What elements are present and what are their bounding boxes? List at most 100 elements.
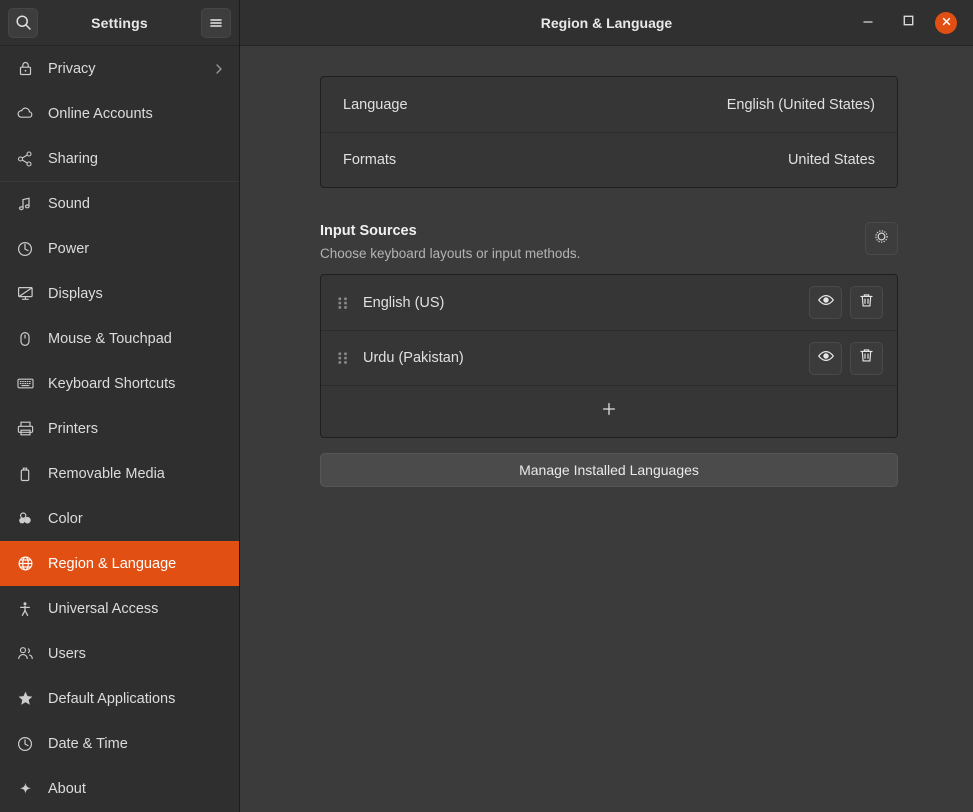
sidebar-item-label: Keyboard Shortcuts: [48, 375, 176, 392]
sidebar-item-label: Region & Language: [48, 555, 177, 572]
usb-drive-icon: [14, 465, 36, 483]
input-source-actions: [809, 286, 883, 319]
input-sources-card: English (US) Urdu (Pakistan): [320, 274, 898, 438]
sidebar: Settings Privacy Online Accounts Sharing…: [0, 0, 240, 812]
plus-icon: [601, 401, 617, 422]
main-menu-button[interactable]: [201, 7, 231, 38]
input-source-actions: [809, 341, 883, 375]
formats-value: United States: [787, 152, 875, 168]
sidebar-item-default-applications[interactable]: Default Applications: [0, 676, 239, 721]
sidebar-item-removable-media[interactable]: Removable Media: [0, 451, 239, 496]
power-icon: [14, 240, 36, 258]
locale-card: Language English (United States) Formats…: [320, 76, 898, 188]
sidebar-item-label: Users: [48, 645, 86, 662]
search-button[interactable]: [8, 7, 38, 38]
sidebar-item-label: Universal Access: [48, 600, 159, 617]
color-circles-icon: [14, 509, 36, 528]
trash-icon: [858, 292, 875, 314]
sidebar-item-label: Sound: [48, 196, 90, 212]
sidebar-item-label: Power: [48, 240, 90, 257]
maximize-icon: [902, 14, 915, 32]
maximize-button[interactable]: [895, 10, 921, 36]
input-sources-heading: Input Sources Choose keyboard layouts or…: [320, 221, 898, 264]
sidebar-item-label: Sharing: [48, 150, 98, 167]
sidebar-item-printers[interactable]: Printers: [0, 406, 239, 451]
accessibility-icon: [14, 600, 36, 618]
language-row[interactable]: Language English (United States): [321, 77, 897, 132]
sidebar-item-label: Removable Media: [48, 465, 165, 482]
eye-icon: [817, 291, 835, 314]
sidebar-item-keyboard-shortcuts[interactable]: Keyboard Shortcuts: [0, 361, 239, 406]
settings-window: Settings Privacy Online Accounts Sharing…: [0, 0, 973, 812]
sidebar-item-users[interactable]: Users: [0, 631, 239, 676]
window-titlebar: Region & Language: [240, 0, 973, 46]
sidebar-item-label: Printers: [48, 420, 98, 437]
clock-icon: [14, 735, 36, 753]
sidebar-item-label: Online Accounts: [48, 105, 153, 122]
sparkle-icon: [14, 779, 36, 798]
share-nodes-icon: [14, 150, 36, 168]
sidebar-item-mouse-touchpad[interactable]: Mouse & Touchpad: [0, 316, 239, 361]
sidebar-item-label: Mouse & Touchpad: [48, 330, 172, 347]
sidebar-nav-list: Privacy Online Accounts Sharing Sound Po…: [0, 46, 239, 812]
sidebar-item-label: About: [48, 780, 86, 797]
users-icon: [14, 644, 36, 663]
sidebar-item-online-accounts[interactable]: Online Accounts: [0, 91, 239, 136]
content-column: Language English (United States) Formats…: [320, 76, 898, 487]
sidebar-item-universal-access[interactable]: Universal Access: [0, 586, 239, 631]
input-source-row[interactable]: English (US): [321, 275, 897, 330]
input-source-options-button[interactable]: [865, 222, 898, 255]
remove-input-source-button[interactable]: [850, 341, 883, 375]
manage-installed-languages-button[interactable]: Manage Installed Languages: [320, 453, 898, 487]
minimize-icon: [861, 13, 875, 32]
input-source-name: Urdu (Pakistan): [363, 350, 464, 366]
app-title: Settings: [91, 14, 148, 31]
display-icon: [14, 284, 36, 303]
sidebar-item-label: Color: [48, 510, 83, 527]
sidebar-item-color[interactable]: Color: [0, 496, 239, 541]
sidebar-item-privacy[interactable]: Privacy: [0, 46, 239, 91]
chevron-right-icon: [213, 62, 225, 76]
preview-layout-button[interactable]: [809, 341, 842, 375]
language-label: Language: [343, 96, 408, 113]
minimize-button[interactable]: [855, 10, 881, 36]
formats-label: Formats: [343, 152, 397, 168]
gear-icon: [873, 228, 890, 250]
add-input-source-button[interactable]: [321, 385, 897, 437]
drag-handle-icon[interactable]: [333, 349, 353, 367]
keyboard-icon: [14, 374, 36, 393]
section-title: Input Sources: [320, 223, 417, 239]
formats-row[interactable]: Formats United States: [321, 132, 897, 187]
sidebar-item-power[interactable]: Power: [0, 226, 239, 271]
sidebar-item-label: Date & Time: [48, 735, 128, 752]
eye-icon: [817, 347, 835, 370]
preview-layout-button[interactable]: [809, 286, 842, 319]
close-button[interactable]: [935, 11, 957, 34]
sidebar-header: Settings: [0, 0, 239, 46]
sidebar-item-sound[interactable]: Sound: [0, 181, 239, 226]
sidebar-item-label: Privacy: [48, 60, 96, 77]
sidebar-item-region-language[interactable]: Region & Language: [0, 541, 239, 586]
sidebar-item-label: Default Applications: [48, 690, 176, 707]
hamburger-icon: [208, 15, 224, 31]
sidebar-item-date-time[interactable]: Date & Time: [0, 721, 239, 766]
cloud-icon: [14, 104, 36, 123]
printer-icon: [14, 419, 36, 438]
main-panel: Region & Language Language English (Unit…: [240, 0, 973, 812]
input-source-row[interactable]: Urdu (Pakistan): [321, 330, 897, 385]
lock-icon: [14, 60, 36, 77]
section-subtitle: Choose keyboard layouts or input methods…: [320, 246, 581, 261]
drag-handle-icon[interactable]: [333, 294, 353, 312]
sidebar-item-about[interactable]: About: [0, 766, 239, 811]
window-controls: [855, 10, 963, 36]
sidebar-item-label: Displays: [48, 285, 103, 302]
main-content: Language English (United States) Formats…: [240, 46, 973, 812]
sidebar-item-displays[interactable]: Displays: [0, 271, 239, 316]
music-note-icon: [14, 195, 36, 213]
language-value: English (United States): [726, 96, 875, 113]
globe-icon: [14, 554, 36, 573]
close-icon: [941, 14, 952, 32]
remove-input-source-button[interactable]: [850, 286, 883, 319]
sidebar-item-sharing[interactable]: Sharing: [0, 136, 239, 181]
mouse-icon: [14, 330, 36, 348]
